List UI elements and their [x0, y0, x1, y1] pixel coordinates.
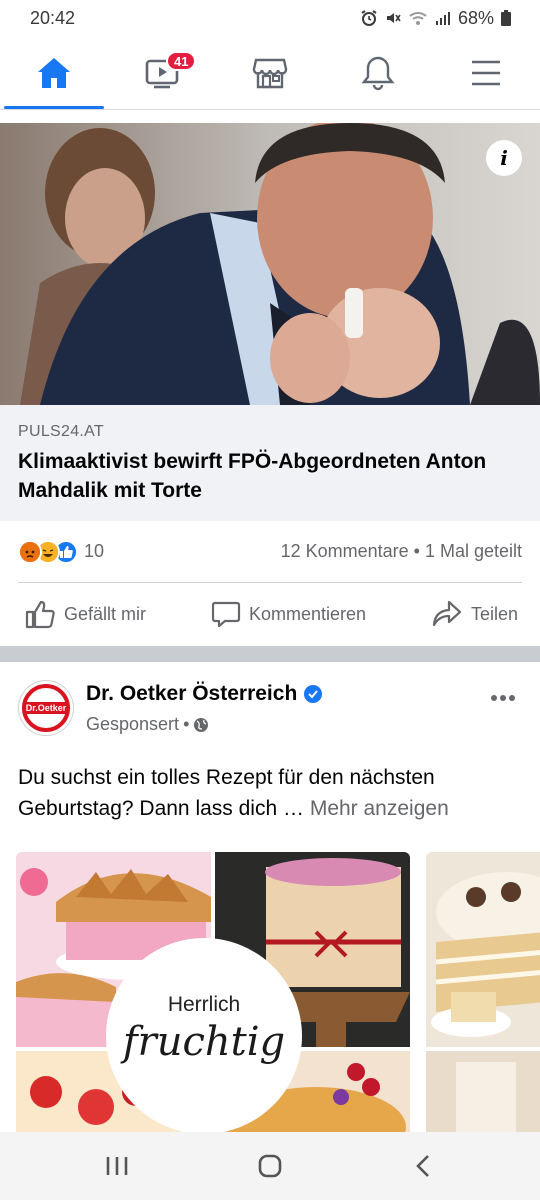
- recent-apps-button[interactable]: [77, 1136, 157, 1196]
- battery-text: 68%: [457, 7, 494, 28]
- page-avatar[interactable]: Dr.Oetker: [18, 680, 74, 736]
- comment-button[interactable]: Kommentieren: [211, 599, 366, 629]
- post-actions: Gefällt mir Kommentieren Teilen: [0, 583, 540, 645]
- dr-oetker-logo: Dr.Oetker: [23, 702, 69, 714]
- nav-video[interactable]: 41: [108, 36, 216, 109]
- status-icons: 68%: [360, 8, 512, 29]
- see-more-link[interactable]: Mehr anzeigen: [310, 797, 449, 820]
- sponsored-label: Gesponsert •: [86, 714, 323, 735]
- link-preview[interactable]: PULS24.AT Klimaaktivist bewirft FPÖ-Abge…: [0, 405, 540, 521]
- home-system-icon: [258, 1154, 282, 1178]
- video-badge: 41: [166, 51, 197, 71]
- battery-icon: [501, 10, 511, 26]
- top-nav: 41: [0, 36, 540, 110]
- comments-shares-count[interactable]: 12 Kommentare • 1 Mal geteilt: [281, 541, 522, 562]
- post-header: Dr.Oetker Dr. Oetker Österreich Gesponse…: [0, 662, 540, 758]
- sponsored-text: Gesponsert: [86, 714, 180, 734]
- separator-dot: •: [183, 714, 190, 734]
- ad-headline-line2: fruchtig: [122, 1019, 286, 1065]
- carousel-card-next[interactable]: [426, 852, 540, 1142]
- link-source: PULS24.AT: [18, 423, 104, 440]
- signal-icon: [435, 12, 450, 25]
- nav-menu[interactable]: [432, 36, 540, 109]
- back-icon: [416, 1155, 430, 1177]
- recent-apps-icon: [106, 1157, 127, 1175]
- ad-headline-badge: Herrlich fruchtig: [106, 938, 302, 1134]
- ad-carousel[interactable]: Herrlich fruchtig: [16, 852, 540, 1142]
- status-time: 20:42: [30, 7, 76, 28]
- status-bar: 20:42 68%: [0, 0, 540, 36]
- like-label: Gefällt mir: [64, 603, 147, 624]
- angry-reaction-icon: [18, 539, 42, 564]
- share-button[interactable]: Teilen: [431, 599, 518, 629]
- marketplace-icon: [252, 58, 288, 88]
- nav-home[interactable]: [0, 36, 108, 109]
- post-photo: [0, 123, 540, 405]
- nav-notifications[interactable]: [324, 36, 432, 109]
- home-icon: [38, 57, 70, 88]
- mute-icon: [386, 13, 401, 23]
- page-name-text: Dr. Oetker Österreich: [86, 682, 298, 705]
- thumbs-up-icon: [25, 600, 55, 629]
- page-name[interactable]: Dr. Oetker Österreich: [86, 682, 323, 706]
- menu-icon: [472, 60, 500, 85]
- share-label: Teilen: [470, 603, 518, 624]
- feed-divider: [0, 646, 540, 662]
- carousel-card[interactable]: Herrlich fruchtig: [16, 852, 410, 1142]
- verified-badge-icon: [304, 685, 323, 703]
- reactions-summary[interactable]: 10: [18, 539, 105, 564]
- like-button[interactable]: Gefällt mir: [24, 599, 146, 629]
- post-text: Du suchst ein tolles Rezept für den näch…: [0, 758, 540, 824]
- more-dots-icon: [491, 695, 515, 701]
- reaction-count: 10: [84, 541, 105, 561]
- sponsored-post: Dr.Oetker Dr. Oetker Österreich Gesponse…: [0, 662, 540, 1142]
- alarm-icon: [361, 10, 377, 26]
- wifi-icon: [409, 12, 427, 25]
- back-button[interactable]: [383, 1136, 463, 1196]
- comment-label: Kommentieren: [248, 603, 367, 624]
- ad-headline-line1: Herrlich: [167, 993, 241, 1016]
- post-image[interactable]: i: [0, 123, 540, 405]
- bell-icon: [361, 56, 395, 90]
- reactions-row: 10 12 Kommentare • 1 Mal geteilt: [18, 521, 522, 583]
- globe-icon: [194, 717, 209, 732]
- share-icon: [432, 600, 462, 627]
- link-title: Klimaaktivist bewirft FPÖ-Abgeordneten A…: [18, 450, 487, 502]
- avatar-logo-ring: Dr.Oetker: [22, 684, 70, 732]
- nav-marketplace[interactable]: [216, 36, 324, 109]
- comment-icon: [211, 601, 241, 628]
- news-post: i PULS24.AT Klimaaktivist bewirft FPÖ-Ab…: [0, 123, 540, 645]
- system-nav-bar: [0, 1132, 540, 1200]
- cake-image-next: [426, 852, 540, 1142]
- page-info: Dr. Oetker Österreich Gesponsert •: [86, 680, 323, 735]
- home-system-button[interactable]: [230, 1136, 310, 1196]
- more-options-button[interactable]: [490, 682, 516, 708]
- info-button[interactable]: i: [486, 140, 522, 176]
